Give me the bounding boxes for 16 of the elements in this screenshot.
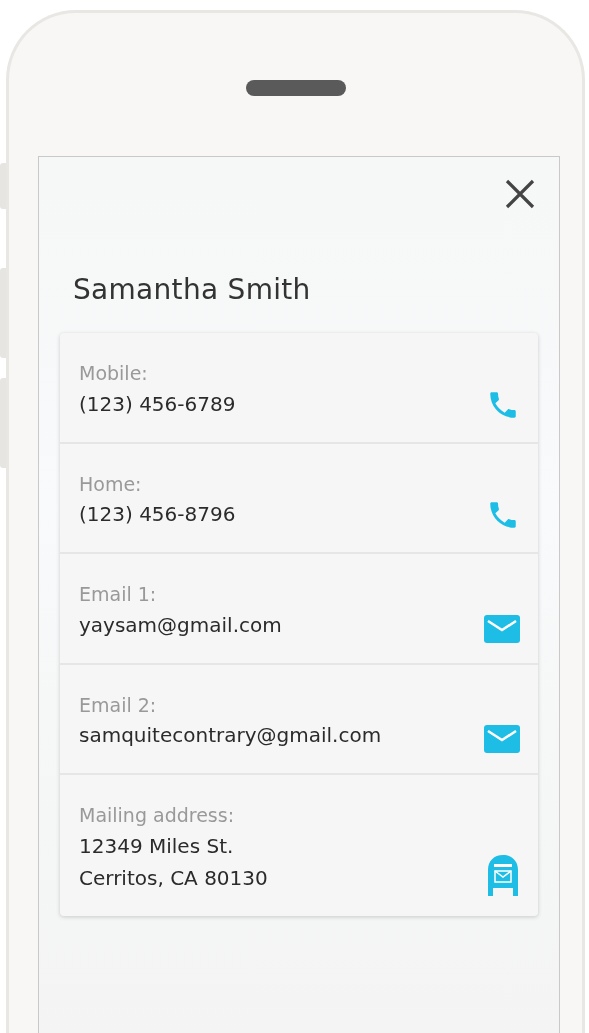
field-label: Mailing address: [79,803,236,828]
field-label: Email 1: [79,582,158,607]
field-value: (123) 456-6789 [79,390,236,418]
envelope-icon[interactable] [484,614,520,643]
field-value: (123) 456-8796 [79,501,236,528]
field-value: yaysam@gmail.com [79,611,282,639]
mailbox-icon[interactable] [486,853,520,896]
field-label: Email 2: [79,692,158,718]
field-value: Cerritos, CA 80130 [79,864,268,892]
contact-name: Samantha Smith [73,272,312,308]
close-icon [504,178,536,210]
field-label: Home: [79,471,143,497]
field-value: samquitecontrary@gmail.com [79,722,382,749]
field-value: 12349 Miles St. [79,832,235,860]
field-label: Mobile: [79,361,149,386]
envelope-icon[interactable] [484,725,520,753]
